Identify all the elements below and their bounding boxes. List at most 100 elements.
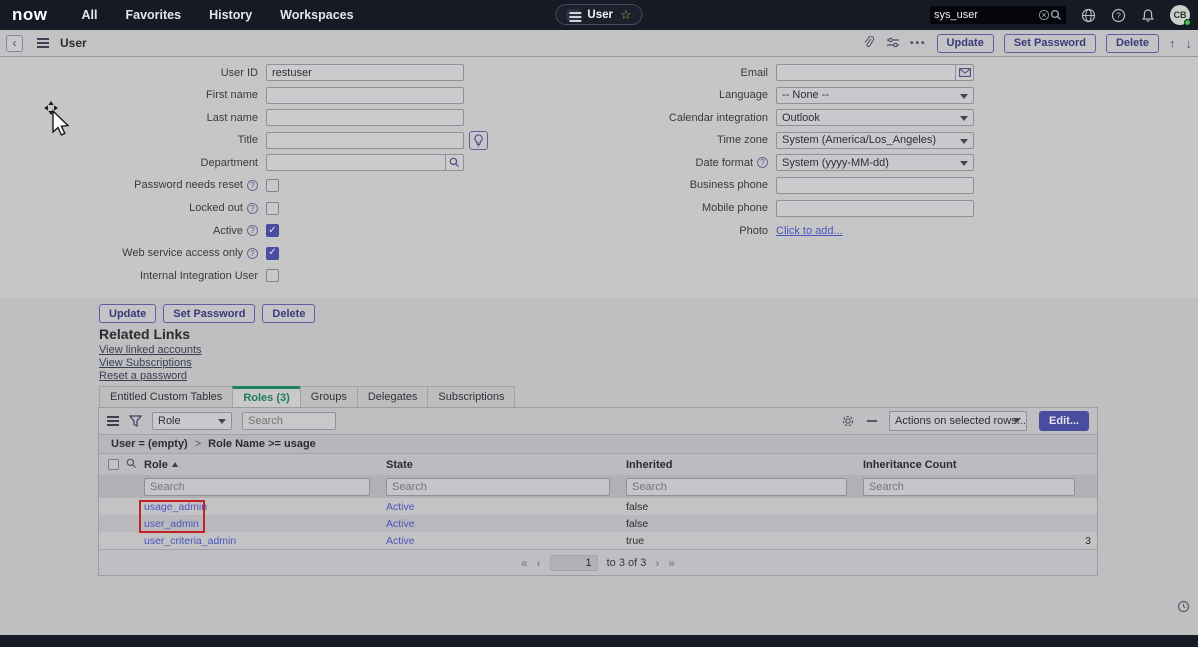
back-button[interactable]: ‹ (6, 35, 23, 52)
search-icon[interactable] (1050, 9, 1062, 21)
web-service-access-only-checkbox[interactable] (266, 247, 279, 260)
column-header-inheritance-count[interactable]: Inheritance Count (863, 459, 1099, 471)
menu-workspaces[interactable]: Workspaces (280, 8, 353, 22)
first-page-icon[interactable]: « (521, 556, 528, 570)
role-link[interactable]: user_admin (144, 518, 199, 530)
view-subscriptions-link[interactable]: View Subscriptions (99, 357, 202, 369)
role-link[interactable]: user_criteria_admin (144, 535, 236, 547)
reference-lookup-icon[interactable] (445, 155, 463, 170)
delete-button-footer[interactable]: Delete (262, 304, 315, 323)
table-row[interactable]: usage_admin Active false (99, 498, 1097, 515)
count-column-search-input[interactable] (863, 478, 1075, 496)
table-row[interactable]: user_criteria_admin Active true 3 (99, 532, 1097, 549)
state-column-search-input[interactable] (386, 478, 610, 496)
field-help-icon[interactable] (247, 248, 258, 259)
attachment-paperclip-icon[interactable] (863, 36, 876, 50)
help-icon[interactable]: ? (1111, 8, 1126, 23)
favorite-star-icon[interactable]: ☆ (620, 8, 632, 21)
next-record-icon[interactable]: ↓ (1186, 36, 1193, 51)
email-envelope-icon[interactable] (955, 65, 973, 80)
previous-record-icon[interactable]: ↑ (1169, 36, 1176, 51)
role-column-search-input[interactable] (144, 478, 370, 496)
column-search-icon[interactable] (126, 458, 137, 472)
column-header-state[interactable]: State (386, 459, 626, 471)
user-avatar[interactable]: CB (1170, 5, 1190, 25)
role-link[interactable]: usage_admin (144, 501, 207, 513)
collapse-list-icon[interactable] (867, 420, 877, 422)
breadcrumb-role-condition[interactable]: Role Name >= usage (208, 438, 316, 450)
field-help-icon[interactable] (247, 180, 258, 191)
table-row[interactable]: user_admin Active false (99, 515, 1097, 532)
tab-subscriptions[interactable]: Subscriptions (427, 386, 515, 407)
list-context-menu-icon[interactable] (107, 416, 119, 426)
field-help-icon[interactable] (247, 225, 258, 236)
tab-entitled-custom-tables[interactable]: Entitled Custom Tables (99, 386, 232, 407)
internal-integration-user-checkbox[interactable] (266, 269, 279, 282)
locked-out-checkbox[interactable] (266, 202, 279, 215)
language-select[interactable]: -- None -- (776, 87, 974, 104)
response-time-clock-icon[interactable] (1177, 600, 1190, 618)
menu-all[interactable]: All (82, 8, 98, 22)
active-checkbox[interactable] (266, 224, 279, 237)
user-id-input[interactable] (266, 64, 464, 81)
update-button[interactable]: Update (937, 34, 994, 53)
calendar-integration-select[interactable]: Outlook (776, 109, 974, 126)
photo-add-link[interactable]: Click to add... (776, 225, 843, 237)
last-name-input[interactable] (266, 109, 464, 126)
time-zone-select[interactable]: System (America/Los_Angeles) (776, 132, 974, 149)
set-password-button-footer[interactable]: Set Password (163, 304, 255, 323)
field-help-icon[interactable] (757, 157, 768, 168)
field-help-icon[interactable] (247, 203, 258, 214)
more-actions-icon[interactable]: ••• (910, 38, 927, 49)
global-search-input[interactable] (934, 9, 1038, 21)
tab-delegates[interactable]: Delegates (357, 386, 428, 407)
tab-groups[interactable]: Groups (300, 386, 357, 407)
state-link[interactable]: Active (386, 501, 415, 513)
filter-funnel-icon[interactable] (129, 415, 142, 427)
current-page-input[interactable] (550, 555, 598, 571)
delete-button[interactable]: Delete (1106, 34, 1159, 53)
field-web-service-access-only: Web service access only (90, 245, 510, 262)
inherited-column-search-input[interactable] (626, 478, 847, 496)
view-linked-accounts-link[interactable]: View linked accounts (99, 344, 202, 356)
password-needs-reset-checkbox[interactable] (266, 179, 279, 192)
update-button-footer[interactable]: Update (99, 304, 156, 323)
date-format-select[interactable]: System (yyyy-MM-dd) (776, 154, 974, 171)
email-input[interactable] (777, 65, 955, 80)
first-name-input[interactable] (266, 87, 464, 104)
column-header-inherited[interactable]: Inherited (626, 459, 863, 471)
notifications-bell-icon[interactable] (1141, 8, 1155, 23)
next-page-icon[interactable]: › (655, 556, 659, 570)
last-page-icon[interactable]: » (668, 556, 675, 570)
context-pill[interactable]: User ☆ (555, 4, 642, 25)
select-all-checkbox[interactable] (108, 459, 119, 470)
menu-history[interactable]: History (209, 8, 252, 22)
department-input[interactable] (267, 155, 445, 170)
tab-roles[interactable]: Roles (3) (232, 386, 299, 407)
clear-search-icon[interactable] (1038, 9, 1050, 21)
set-password-button[interactable]: Set Password (1004, 34, 1096, 53)
edit-button[interactable]: Edit... (1039, 411, 1089, 431)
state-link[interactable]: Active (386, 535, 415, 547)
reset-a-password-link[interactable]: Reset a password (99, 370, 202, 382)
suggestion-lightbulb-icon[interactable] (469, 131, 488, 150)
personalize-sliders-icon[interactable] (886, 37, 900, 49)
now-logo[interactable]: now (12, 5, 48, 25)
title-input[interactable] (266, 132, 464, 149)
roles-related-list: Role Actions on selected rows... Edit...… (98, 407, 1098, 576)
previous-page-icon[interactable]: ‹ (537, 556, 541, 570)
form-context-menu-icon[interactable] (37, 38, 49, 48)
list-search-input[interactable] (242, 412, 336, 430)
state-link[interactable]: Active (386, 518, 415, 530)
search-field-select[interactable]: Role (152, 412, 232, 430)
breadcrumb-user-filter[interactable]: User = (empty) (111, 438, 188, 450)
actions-on-selected-rows-select[interactable]: Actions on selected rows... (889, 411, 1027, 431)
global-search[interactable] (930, 6, 1066, 24)
menu-favorites[interactable]: Favorites (125, 8, 181, 22)
business-phone-input[interactable] (776, 177, 974, 194)
mobile-phone-input[interactable] (776, 200, 974, 217)
globe-icon[interactable] (1081, 8, 1096, 23)
pill-menu-icon[interactable] (566, 9, 580, 21)
list-settings-gear-icon[interactable] (841, 414, 855, 428)
column-header-role[interactable]: Role (144, 459, 386, 471)
